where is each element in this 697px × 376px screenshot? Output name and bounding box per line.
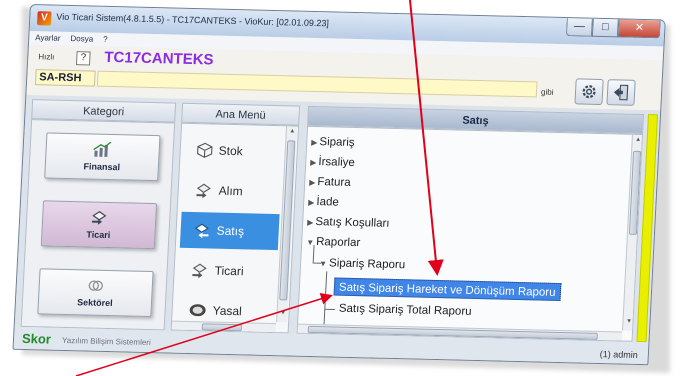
gear-icon [582, 85, 596, 99]
ana-menu-item-stok[interactable]: Stok [184, 132, 284, 170]
box-icon [197, 142, 213, 158]
current-user: (1) admin [599, 349, 639, 360]
app-logo-icon: V [36, 11, 52, 26]
menu-dosya[interactable]: Dosya [70, 32, 93, 47]
minimize-button[interactable]: — [565, 18, 593, 37]
company-name: TC17CANTEKS [103, 48, 214, 69]
ana-menu-label: Stok [218, 143, 244, 159]
scroll-up-arrow-icon[interactable]: ▲ [288, 128, 297, 134]
ana-menu-label: Satış [216, 223, 245, 239]
purchase-icon [196, 183, 211, 199]
close-button[interactable]: ✕ [617, 19, 661, 39]
ana-menu-label: Ticari [214, 263, 244, 279]
legal-mb-icon [189, 304, 206, 317]
scroll-down-arrow-icon[interactable]: ▼ [624, 319, 633, 325]
kategori-panel: Finansal Ticari Sektörel [20, 119, 176, 331]
quick-search-input[interactable] [96, 70, 538, 98]
tree-item-label: Sipariş Raporu [328, 257, 406, 272]
scroll-down-arrow-icon[interactable]: ▼ [278, 310, 287, 316]
kategori-sektorel-button[interactable]: Sektörel [37, 268, 154, 318]
ana-menu-item-satis[interactable]: Satış [179, 211, 280, 251]
ana-menu-item-alim[interactable]: Alım [182, 172, 282, 210]
content-panels: Kategori Ana Menü Satış Finansal Ticari … [14, 94, 661, 343]
ana-menu-label: Alım [218, 183, 244, 199]
tree-item-total-raporu[interactable]: Satış Sipariş Total Raporu [338, 300, 472, 321]
brand-logo-text: Skor [21, 330, 52, 347]
collapse-arrow-icon[interactable]: ▼ [319, 259, 327, 268]
ana-menu-label: Yasal [212, 303, 243, 319]
exit-button[interactable] [606, 79, 636, 106]
gibi-label: gibi [540, 87, 554, 97]
trade-icon [192, 263, 207, 279]
app-window: V Vio Ticari Sistem(4.8.1.5.5) - TC17CAN… [12, 4, 666, 366]
kategori-label: Ticari [86, 229, 111, 241]
ana-menu-panel: Stok Alım Satış Ticari Yasal ▲ ▼ [170, 122, 300, 334]
menu-ayarlar[interactable]: Ayarlar [35, 31, 61, 46]
sale-icon [194, 223, 209, 239]
kategori-finansal-button[interactable]: Finansal [44, 132, 161, 182]
sector-rings-icon [88, 280, 103, 291]
scroll-up-arrow-icon[interactable]: ▲ [634, 137, 643, 143]
exit-door-icon [613, 84, 629, 101]
scroll-thumb[interactable] [201, 323, 242, 332]
scroll-thumb[interactable] [628, 150, 642, 235]
trade-exchange-icon [91, 211, 107, 225]
code-field[interactable]: SA-RSH [34, 69, 96, 87]
finance-chart-icon [93, 141, 112, 157]
quick-label: Hızlı [38, 52, 55, 62]
kategori-label: Finansal [83, 161, 121, 173]
help-button[interactable]: ? [75, 51, 91, 66]
maximize-button[interactable]: □ [591, 18, 619, 38]
satis-tree-panel: ▶Sipariş ▶İrsaliye ▶Fatura ▶İade ▶Satış … [296, 125, 643, 342]
window-controls: — □ ✕ [565, 18, 661, 39]
screenshot-stage: V Vio Ticari Sistem(4.8.1.5.5) - TC17CAN… [0, 0, 697, 376]
ana-menu-item-ticari[interactable]: Ticari [178, 252, 278, 290]
menu-help[interactable]: ? [103, 33, 108, 47]
kategori-label: Sektörel [76, 297, 113, 309]
window-title: Vio Ticari Sistem(4.8.1.5.5) - TC17CANTE… [56, 11, 330, 29]
brand-subtitle: Yazılım Bilişim Sistemleri [61, 335, 151, 348]
kategori-ticari-button[interactable]: Ticari [40, 200, 158, 250]
tree-item-siparis-raporu[interactable]: ▼Sipariş Raporu [319, 254, 406, 274]
settings-button[interactable] [574, 78, 604, 106]
